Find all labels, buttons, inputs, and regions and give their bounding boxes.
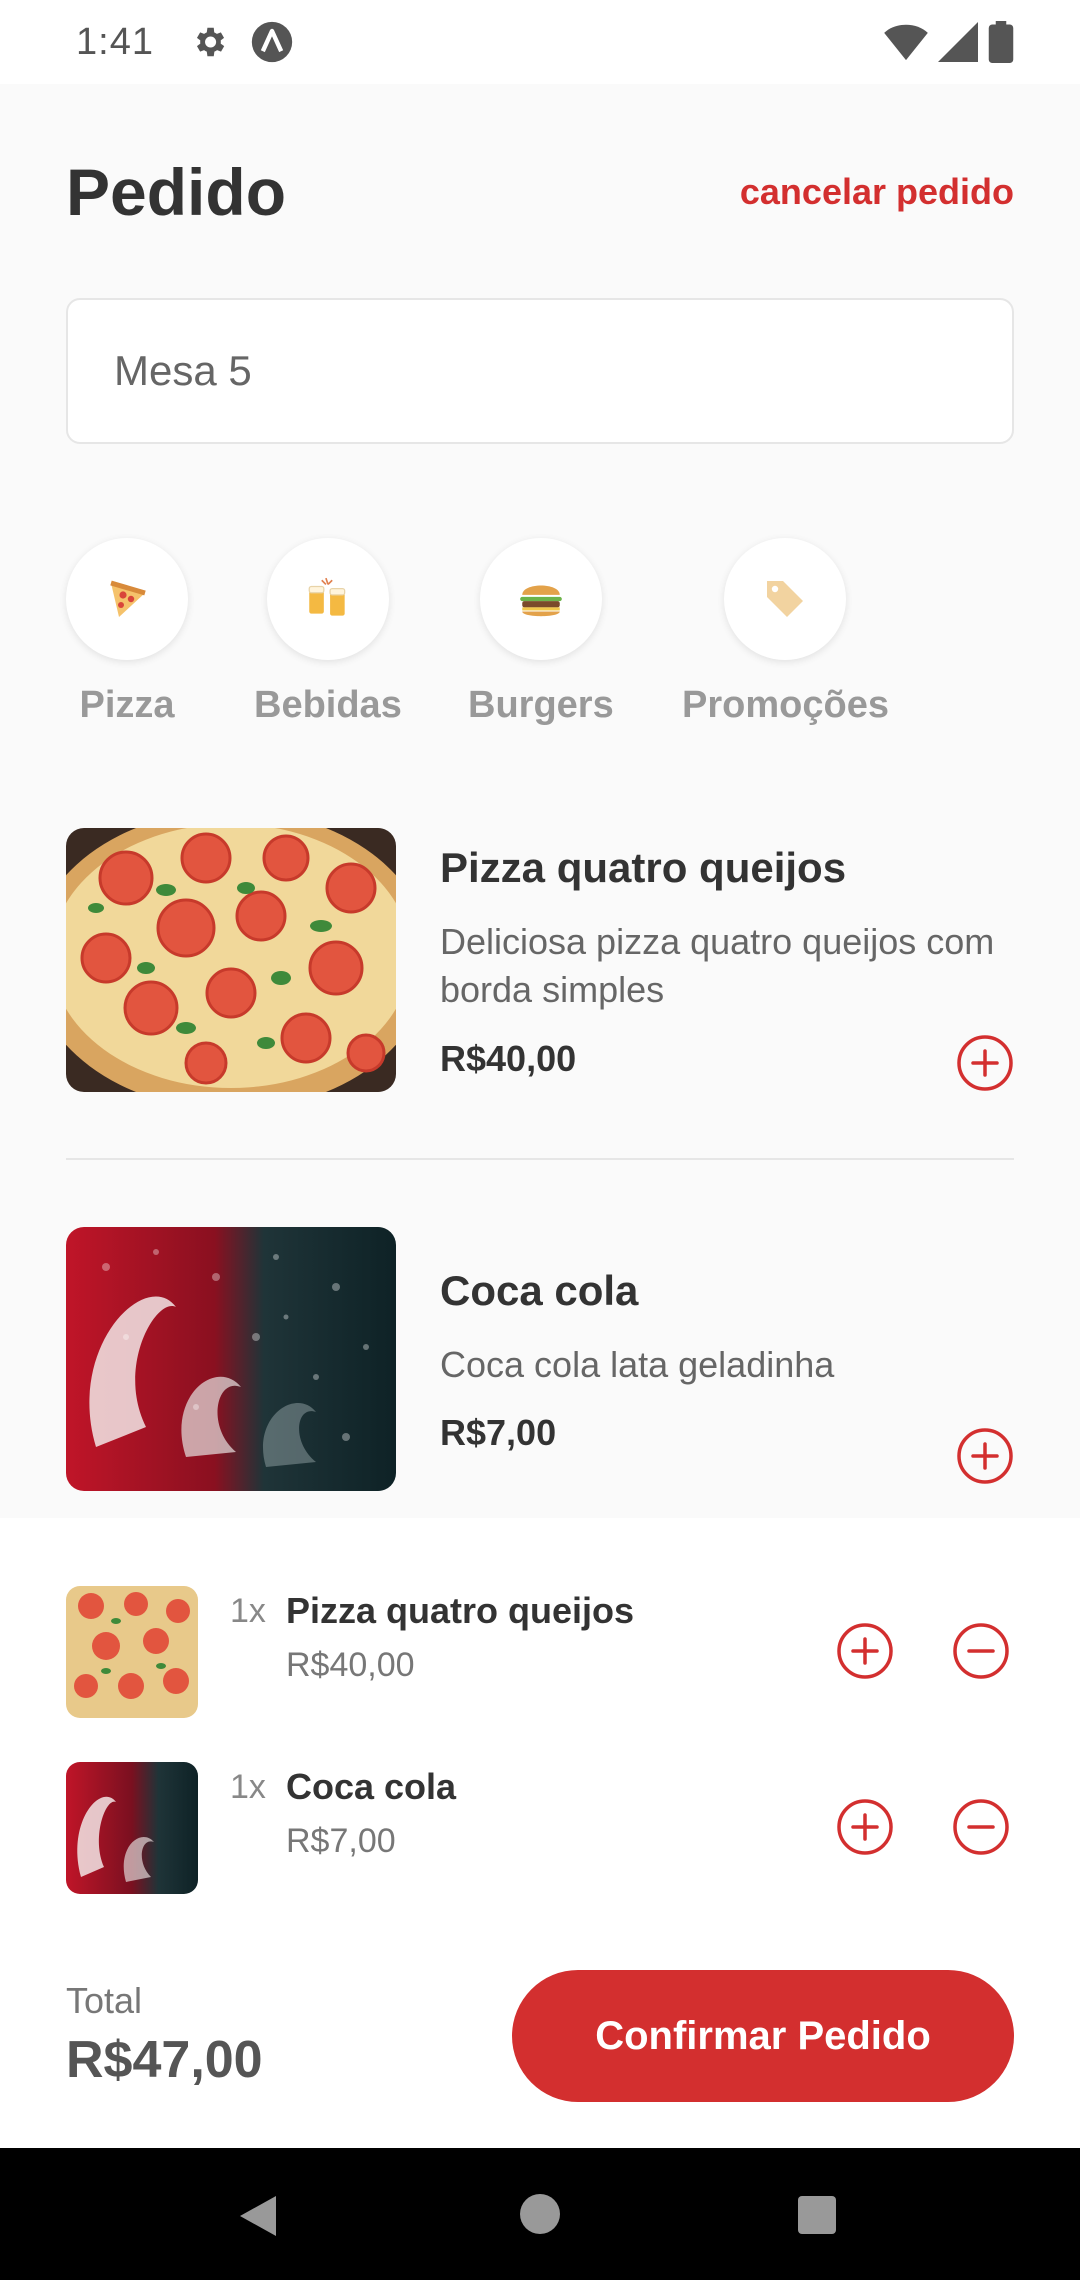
home-icon[interactable]: [518, 2192, 562, 2236]
table-input[interactable]: [66, 298, 1014, 444]
category-label: Bebidas: [254, 684, 402, 726]
category-circle: [66, 538, 188, 660]
category-burgers[interactable]: Burgers: [468, 538, 614, 727]
category-label: Pizza: [79, 684, 175, 726]
cart-item-name: Coca cola: [286, 1766, 457, 1807]
tag-icon: [767, 581, 804, 617]
decrease-icon[interactable]: [952, 1798, 1010, 1856]
category-label: Burgers: [468, 684, 614, 726]
product-name: Coca cola: [440, 1267, 639, 1314]
decrease-icon[interactable]: [952, 1622, 1010, 1680]
total-value: R$47,00: [66, 2031, 263, 2089]
cart-panel: 1x Pizza quatro queijos R$40,00 1x Coca …: [0, 1518, 1080, 2148]
page-title: Pedido: [66, 155, 287, 229]
product-name: Pizza quatro queijos: [440, 844, 847, 891]
product-description: Deliciosa pizza quatro queijos com borda…: [440, 921, 995, 1010]
cancel-order-link[interactable]: cancelar pedido: [740, 171, 1014, 213]
coca-cola-image: [66, 1227, 396, 1491]
navigation-bar: [0, 2148, 1080, 2280]
gear-icon: [196, 27, 225, 57]
back-icon[interactable]: [236, 2192, 280, 2240]
cart-item-price: R$40,00: [286, 1646, 415, 1684]
cart-item: 1x Coca cola R$7,00: [66, 1762, 1014, 1894]
confirm-order-button[interactable]: Confirmar Pedido: [512, 1970, 1014, 2102]
pizza-image: [66, 828, 396, 1092]
cart-item-price: R$7,00: [286, 1822, 396, 1860]
pizza-icon: [110, 580, 146, 617]
category-circle: [479, 538, 602, 660]
pizza-thumbnail: [66, 1586, 198, 1718]
category-list: Pizza Bebidas Burgers Promoções: [0, 538, 1080, 738]
add-icon[interactable]: [956, 1427, 1014, 1485]
cart-item-quantity: 1x: [230, 1768, 266, 1806]
total-label: Total: [66, 1980, 143, 2021]
product-card[interactable]: Pizza quatro queijos Deliciosa pizza qua…: [66, 828, 1014, 1092]
product-description: Coca cola lata geladinha: [440, 1344, 835, 1385]
add-icon[interactable]: [956, 1034, 1014, 1092]
category-circle: [266, 538, 389, 660]
product-price: R$7,00: [440, 1412, 557, 1453]
header: Pedido cancelar pedido: [66, 150, 1014, 234]
battery-icon: [988, 21, 1014, 63]
category-label: Promoções: [682, 684, 889, 726]
beer-icon: [308, 577, 346, 616]
wifi-icon: [884, 24, 928, 61]
signal-icon: [938, 22, 978, 62]
cart-item: 1x Pizza quatro queijos R$40,00: [66, 1586, 1014, 1718]
burger-icon: [520, 585, 562, 617]
cart-item-quantity: 1x: [230, 1592, 266, 1630]
category-pizza[interactable]: Pizza: [66, 538, 188, 727]
status-bar: 1:41: [0, 0, 1080, 84]
app-a-icon: [251, 21, 293, 63]
divider: [66, 1158, 1014, 1160]
cart-item-name: Pizza quatro queijos: [286, 1590, 635, 1631]
category-circle: [724, 538, 847, 660]
increase-icon[interactable]: [836, 1622, 894, 1680]
product-price: R$40,00: [440, 1038, 577, 1079]
status-time: 1:41: [76, 20, 154, 63]
coca-cola-thumbnail: [66, 1762, 198, 1894]
category-bebidas[interactable]: Bebidas: [254, 538, 402, 727]
recents-icon[interactable]: [796, 2194, 838, 2236]
product-card[interactable]: Coca cola Coca cola lata geladinha R$7,0…: [66, 1227, 1014, 1491]
increase-icon[interactable]: [836, 1798, 894, 1856]
category-promocoes[interactable]: Promoções: [682, 538, 889, 727]
